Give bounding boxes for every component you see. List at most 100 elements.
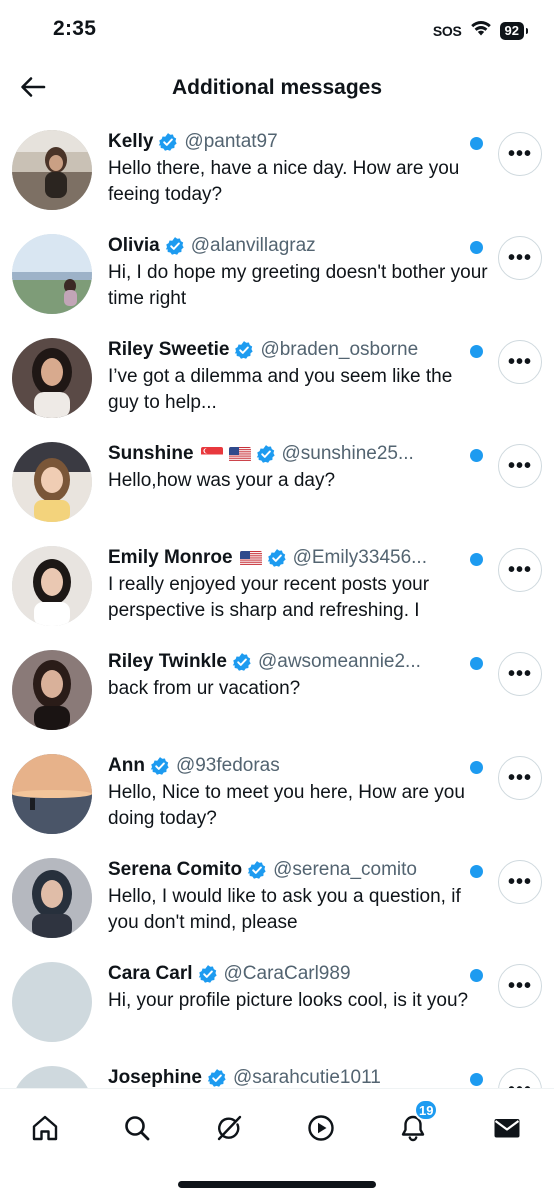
play-icon (306, 1113, 336, 1148)
message-request-list: Kelly @pantat97 Hello there, have a nice d… (0, 118, 554, 1090)
avatar[interactable] (12, 234, 92, 314)
more-options-button[interactable]: ••• (498, 652, 542, 696)
message-request-row[interactable]: Cara Carl @CaraCarl989 Hi, your profile pi… (0, 950, 554, 1054)
message-preview: Sunshine @sunshine25... Hello,how was your… (108, 440, 488, 494)
more-options-button[interactable]: ••• (498, 964, 542, 1008)
message-text: Hello,how was your a day? (108, 470, 336, 491)
avatar[interactable] (12, 338, 92, 418)
message-preview: Serena Comito @serena_comito Hello, I woul… (108, 856, 488, 936)
sender-line: Kelly @pantat97 (108, 128, 488, 156)
message-request-row[interactable]: Olivia @alanvillagraz Hi, I do hope my gre… (0, 222, 554, 326)
singapore-flag-icon (200, 446, 223, 462)
message-text: Hello, Nice to meet you here, How are yo… (108, 782, 465, 829)
unread-indicator (470, 1073, 483, 1086)
more-options-button[interactable]: ••• (498, 548, 542, 592)
sender-name: Serena Comito (108, 859, 243, 880)
tab-messages[interactable] (484, 1107, 530, 1153)
sender-name: Josephine (108, 1067, 202, 1088)
message-text: I really enjoyed your recent posts your … (108, 574, 430, 621)
header: Additional messages (0, 62, 554, 116)
sender-name: Kelly (108, 131, 154, 152)
sender-name: Riley Sweetie (108, 339, 230, 360)
page-title: Additional messages (171, 76, 383, 99)
sender-handle: @braden_osborne (260, 339, 419, 360)
usa-flag-icon (228, 446, 251, 462)
more-horizontal-icon: ••• (507, 767, 532, 789)
avatar[interactable] (12, 754, 92, 834)
sender-handle: @alanvillagraz (190, 235, 316, 256)
more-horizontal-icon: ••• (507, 975, 532, 997)
more-horizontal-icon: ••• (507, 351, 532, 373)
flag-emojis (200, 446, 251, 462)
avatar[interactable] (12, 546, 92, 626)
unread-indicator (470, 241, 483, 254)
sender-name: Cara Carl (108, 963, 193, 984)
verified-badge-icon (267, 548, 287, 568)
status-time: 2:35 (53, 17, 97, 40)
battery-indicator: 92 (499, 21, 529, 40)
sender-line: Ann @93fedoras (108, 752, 488, 780)
sender-name: Emily Monroe (108, 547, 233, 568)
sender-handle: @pantat97 (184, 131, 278, 152)
verified-badge-icon (247, 860, 267, 880)
tab-grok[interactable] (206, 1107, 252, 1153)
more-horizontal-icon: ••• (507, 663, 532, 685)
message-request-row[interactable]: Emily Monroe @Emily33456... I really enjoy… (0, 534, 554, 638)
tab-search[interactable] (114, 1107, 160, 1153)
more-options-button[interactable]: ••• (498, 860, 542, 904)
message-request-row[interactable]: Sunshine @sunshine25... Hello,how was your… (0, 430, 554, 534)
message-request-row[interactable]: Riley Twinkle @awsomeannie2... back from u… (0, 638, 554, 742)
avatar[interactable] (12, 1066, 92, 1090)
sos-indicator: SOS (432, 22, 462, 39)
verified-badge-icon (165, 236, 185, 256)
sender-line: Josephine @sarahcutie1011 (108, 1064, 488, 1090)
sender-name: Olivia (108, 235, 160, 256)
message-request-row[interactable]: Josephine @sarahcutie1011 ••• (0, 1054, 554, 1090)
message-text: Hi, I do hope my greeting doesn't bother… (108, 262, 488, 309)
wifi-icon (470, 20, 492, 41)
sender-handle: @serena_comito (273, 859, 418, 880)
sender-line: Olivia @alanvillagraz (108, 232, 488, 260)
sender-line: Emily Monroe @Emily33456... (108, 544, 488, 572)
message-request-row[interactable]: Riley Sweetie @braden_osborne I’ve got a d… (0, 326, 554, 430)
sender-line: Sunshine @sunshine25... (108, 440, 488, 468)
more-horizontal-icon: ••• (507, 559, 532, 581)
sender-handle: @Emily33456... (292, 547, 427, 568)
sender-line: Riley Sweetie @braden_osborne (108, 336, 488, 364)
unread-indicator (470, 969, 483, 982)
tab-video[interactable] (298, 1107, 344, 1153)
more-options-button[interactable]: ••• (498, 444, 542, 488)
unread-indicator (470, 137, 483, 150)
more-options-button[interactable]: ••• (498, 132, 542, 176)
message-text: Hi, your profile picture looks cool, is … (108, 990, 469, 1011)
message-preview: Kelly @pantat97 Hello there, have a nice d… (108, 128, 488, 208)
search-icon (122, 1113, 152, 1148)
more-options-button[interactable]: ••• (498, 756, 542, 800)
more-options-button[interactable]: ••• (498, 1068, 542, 1090)
more-options-button[interactable]: ••• (498, 236, 542, 280)
more-horizontal-icon: ••• (507, 455, 532, 477)
message-text: Hello, I would like to ask you a questio… (108, 886, 461, 933)
more-horizontal-icon: ••• (507, 143, 532, 165)
sender-handle: @CaraCarl989 (223, 963, 351, 984)
message-request-row[interactable]: Ann @93fedoras Hello, Nice to meet you her… (0, 742, 554, 846)
message-request-row[interactable]: Serena Comito @serena_comito Hello, I woul… (0, 846, 554, 950)
message-preview: Olivia @alanvillagraz Hi, I do hope my gre… (108, 232, 488, 312)
message-preview: Riley Sweetie @braden_osborne I’ve got a d… (108, 336, 488, 416)
avatar[interactable] (12, 130, 92, 210)
message-preview: Emily Monroe @Emily33456... I really enjoy… (108, 544, 488, 624)
avatar[interactable] (12, 442, 92, 522)
message-preview: Josephine @sarahcutie1011 (108, 1064, 488, 1090)
sender-handle: @93fedoras (175, 755, 280, 776)
sender-handle: @sunshine25... (281, 443, 414, 464)
avatar[interactable] (12, 858, 92, 938)
tab-home[interactable] (22, 1107, 68, 1153)
tab-notifications[interactable]: 19 (390, 1099, 439, 1153)
more-horizontal-icon: ••• (507, 247, 532, 269)
more-options-button[interactable]: ••• (498, 340, 542, 384)
verified-badge-icon (150, 756, 170, 776)
message-request-row[interactable]: Kelly @pantat97 Hello there, have a nice d… (0, 118, 554, 222)
avatar[interactable] (12, 962, 92, 1042)
sender-line: Cara Carl @CaraCarl989 (108, 960, 488, 988)
avatar[interactable] (12, 650, 92, 730)
